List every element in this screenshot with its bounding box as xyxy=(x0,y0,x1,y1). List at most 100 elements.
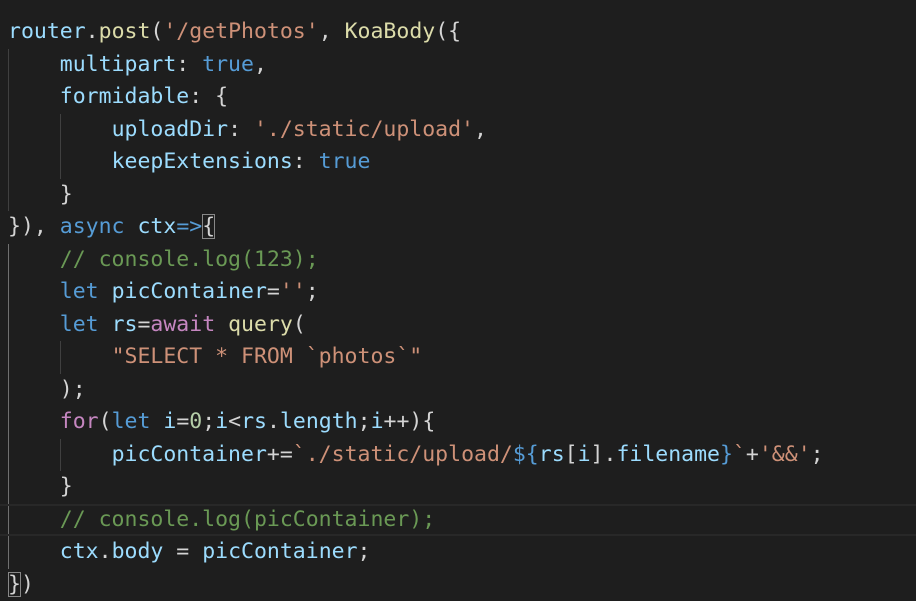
code-token: . xyxy=(266,409,280,434)
code-token: true xyxy=(202,51,254,77)
code-line[interactable]: picContainer+=`./static/upload/${rs[i].f… xyxy=(0,439,916,472)
code-token: } xyxy=(8,181,73,207)
code-token: [ xyxy=(564,441,578,467)
code-token: ctx xyxy=(59,539,99,564)
code-token: ; xyxy=(357,409,371,434)
code-line[interactable]: keepExtensions: true xyxy=(0,146,916,179)
code-line[interactable]: multipart: true, xyxy=(0,49,916,82)
code-token: await xyxy=(150,311,216,337)
code-token: formidable xyxy=(59,84,190,109)
code-token: }), xyxy=(8,214,60,239)
code-token: 0 xyxy=(189,409,203,434)
code-token: ( xyxy=(150,19,164,44)
code-line[interactable]: let rs=await query( xyxy=(0,309,916,342)
code-line[interactable]: // console.log(123); xyxy=(0,244,916,277)
code-line[interactable]: ); xyxy=(0,374,916,407)
code-token: , xyxy=(474,116,487,142)
code-token: ); xyxy=(8,376,86,402)
code-token: ${ xyxy=(512,441,539,467)
code-token: += xyxy=(266,441,293,467)
code-token: : { xyxy=(189,84,229,109)
code-line[interactable]: } xyxy=(0,471,916,504)
code-token: // console.log(picContainer); xyxy=(59,506,436,532)
code-line[interactable]: }), async ctx=>{ xyxy=(0,211,916,244)
code-line[interactable]: formidable: { xyxy=(0,81,916,114)
code-token: + xyxy=(745,441,759,467)
code-token: { xyxy=(202,214,216,239)
code-token: ctx xyxy=(137,214,177,239)
code-token: picContainer xyxy=(202,539,358,564)
code-token: }) xyxy=(8,571,34,597)
code-token: KoaBody xyxy=(344,19,436,44)
code-line[interactable]: let picContainer=''; xyxy=(0,276,916,309)
code-token: '/getPhotos' xyxy=(163,19,319,44)
code-line[interactable]: for(let i=0;i<rs.length;i++){ xyxy=(0,406,916,439)
code-line[interactable]: "SELECT * FROM `photos`" xyxy=(0,341,916,374)
code-token: let xyxy=(59,311,99,337)
code-line[interactable]: }) xyxy=(0,569,916,601)
code-line[interactable]: ctx.body = picContainer; xyxy=(0,536,916,569)
code-token: for xyxy=(59,409,99,434)
code-token: '' xyxy=(279,279,306,304)
code-token: => xyxy=(176,214,203,239)
code-token: i xyxy=(370,409,384,434)
code-token: picContainer xyxy=(111,441,267,467)
code-token: // console.log(123); xyxy=(59,246,319,272)
code-token: async xyxy=(59,214,125,239)
code-token: ; xyxy=(357,539,371,564)
code-token: , xyxy=(318,19,345,44)
code-line[interactable]: uploadDir: './static/upload', xyxy=(0,114,916,147)
code-token: < xyxy=(228,409,242,434)
code-token: uploadDir xyxy=(111,116,229,142)
code-token: "SELECT * FROM `photos`" xyxy=(111,344,423,369)
code-token: multipart xyxy=(59,51,177,77)
code-token: i xyxy=(577,441,591,467)
code-editor[interactable]: router.post('/getPhotos', KoaBody({ mult… xyxy=(0,0,916,601)
code-token: true xyxy=(318,149,371,174)
matched-bracket: } xyxy=(8,571,21,597)
code-token: , xyxy=(253,51,267,77)
code-token: } xyxy=(8,474,73,499)
code-line[interactable]: // console.log(picContainer); xyxy=(0,503,916,536)
code-token: length xyxy=(279,409,358,434)
code-token: ++){ xyxy=(383,409,436,434)
code-token: ]. xyxy=(590,441,617,467)
code-token: ({ xyxy=(435,19,462,44)
code-token: = xyxy=(137,311,151,337)
code-token: ; xyxy=(202,409,216,434)
code-token: body xyxy=(111,539,164,564)
code-token: filename xyxy=(616,441,720,467)
code-line[interactable]: } xyxy=(0,179,916,212)
code-token: post xyxy=(98,19,151,44)
code-token: let xyxy=(59,279,99,304)
code-token: = xyxy=(176,409,190,434)
code-token: rs xyxy=(538,441,565,467)
code-token: = xyxy=(266,279,280,304)
code-line[interactable]: router.post('/getPhotos', KoaBody({ xyxy=(0,16,916,49)
code-token: : xyxy=(292,149,319,174)
code-token: rs xyxy=(241,409,267,434)
code-token: i xyxy=(215,409,229,434)
code-token: i xyxy=(163,409,177,434)
code-token: `./static/upload/ xyxy=(292,441,513,467)
code-token: query xyxy=(228,311,293,337)
code-token: } xyxy=(720,441,733,467)
code-token: = xyxy=(163,539,203,564)
code-token: . xyxy=(85,19,99,44)
code-token: keepExtensions xyxy=(111,149,293,174)
code-token: picContainer xyxy=(111,279,267,304)
